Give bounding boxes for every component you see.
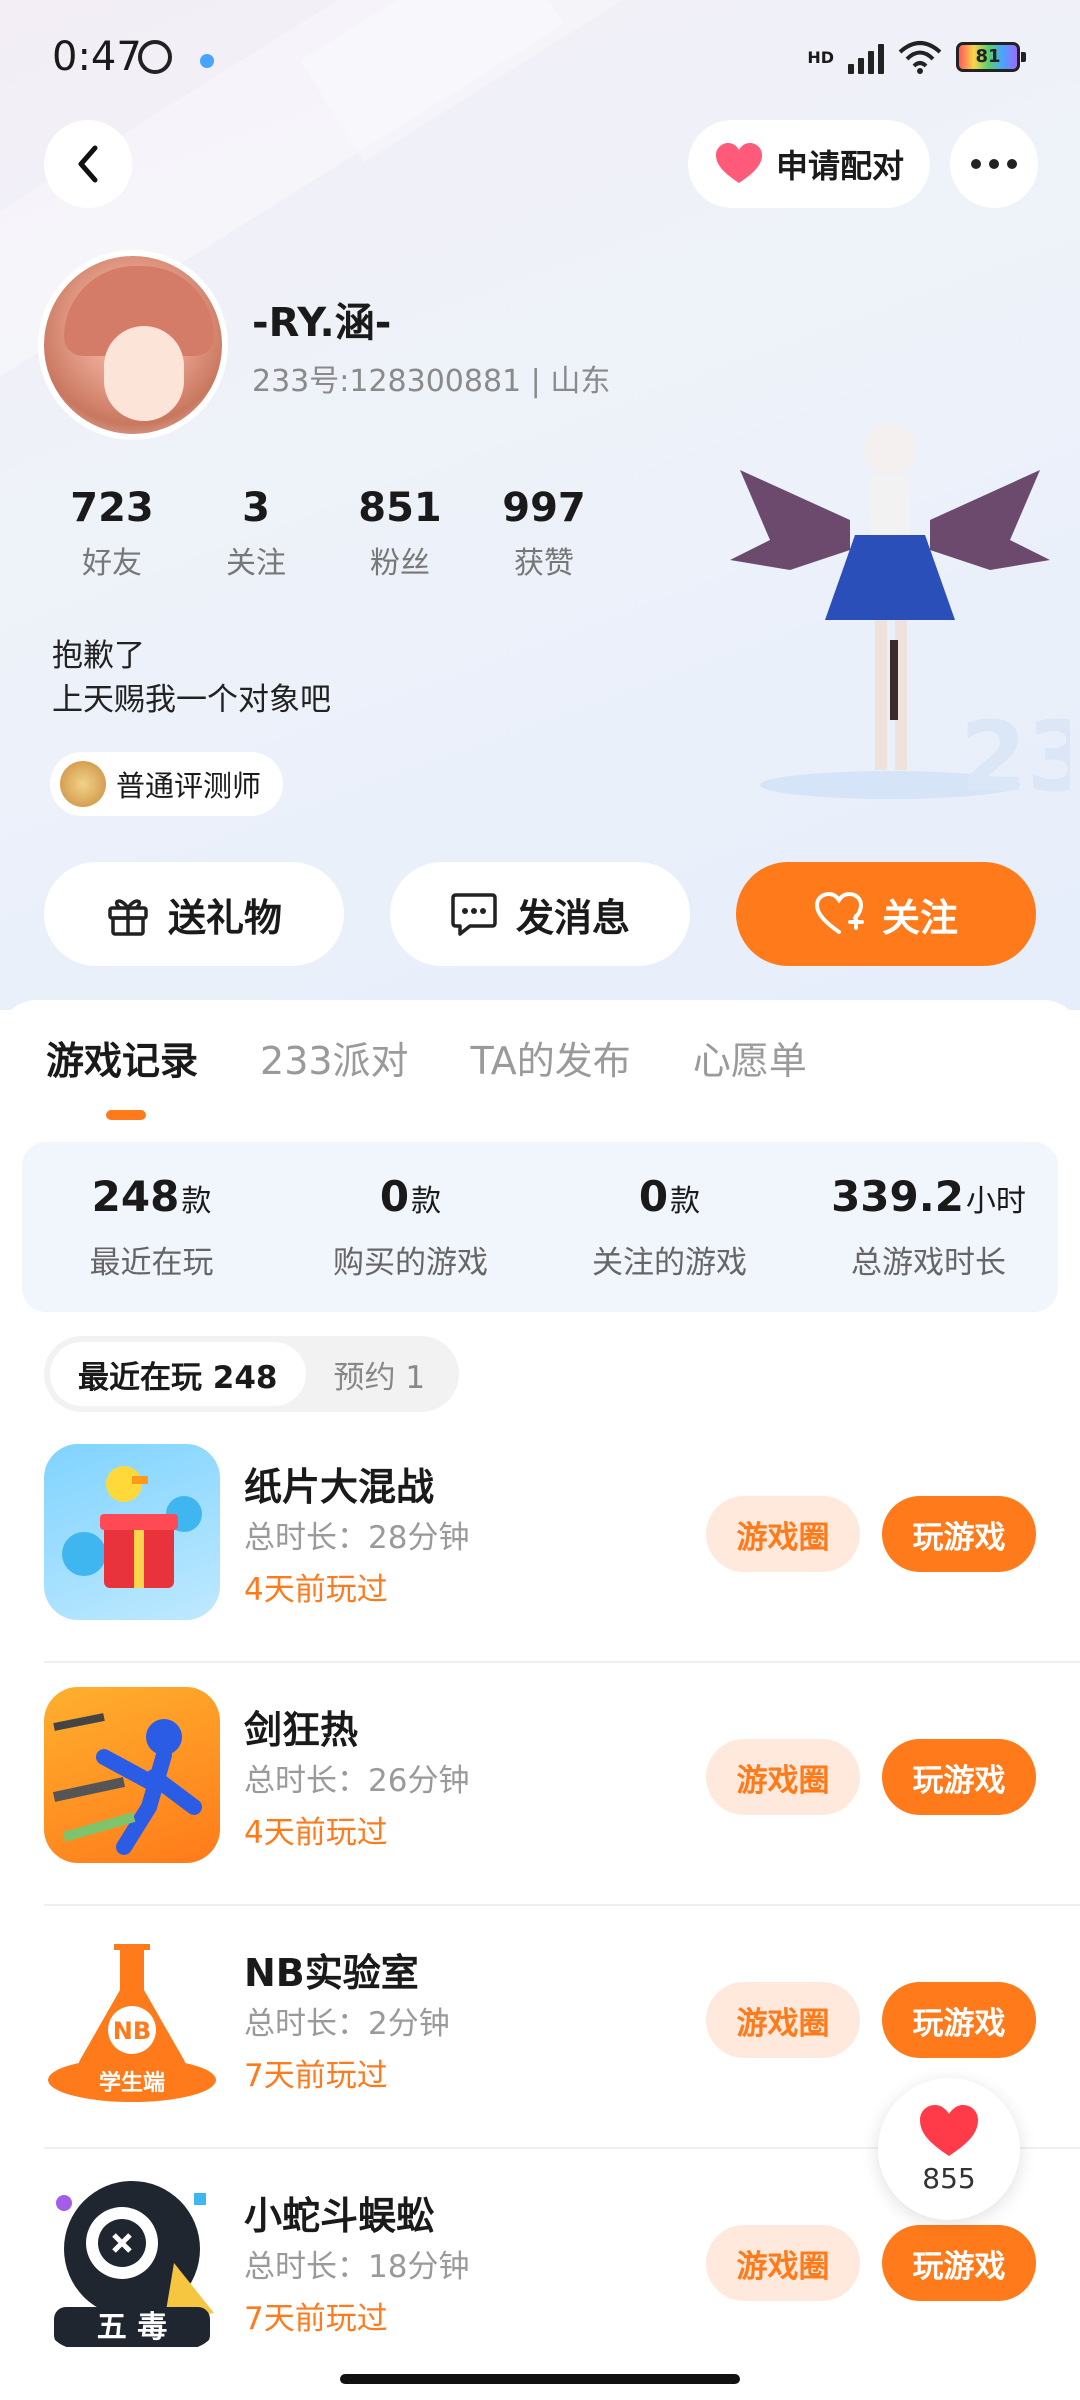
alarm-icon [138, 40, 172, 74]
play-game-button[interactable]: 玩游戏 [882, 1496, 1036, 1572]
summary-followed[interactable]: 0款 关注的游戏 [540, 1142, 799, 1312]
status-bar: 0:47 HD 81 [0, 0, 1080, 120]
svg-text:NB: NB [113, 2017, 151, 2045]
profile-tabs: 游戏记录 233派对 TA的发布 心愿单 [46, 1030, 807, 1085]
stat-fans[interactable]: 851 粉丝 [328, 482, 472, 582]
more-dot-icon [989, 159, 999, 169]
play-game-button[interactable]: 玩游戏 [882, 2225, 1036, 2301]
heart-icon [715, 143, 762, 183]
battery-icon: 81 [956, 42, 1026, 72]
game-name: 剑狂热 [244, 1708, 359, 1752]
stat-likes[interactable]: 997 获赞 [472, 482, 616, 582]
badge-icon [60, 761, 106, 807]
more-options-button[interactable] [950, 120, 1038, 208]
summary-recent-played[interactable]: 248款 最近在玩 [22, 1142, 281, 1312]
play-game-button[interactable]: 玩游戏 [882, 1982, 1036, 2058]
filter-reserved[interactable]: 预约 1 [306, 1342, 454, 1406]
like-floating-button[interactable]: 855 [878, 2078, 1020, 2220]
send-message-button[interactable]: 发消息 [390, 862, 690, 966]
reviewer-badge[interactable]: 普通评测师 [50, 752, 284, 816]
home-indicator[interactable] [340, 2374, 740, 2384]
game-last-played: 7天前玩过 [244, 2058, 388, 2094]
game-circle-button[interactable]: 游戏圈 [706, 1496, 860, 1572]
game-row[interactable]: 纸片大混战 总时长：28分钟 4天前玩过 游戏圈 玩游戏 [0, 1420, 1080, 1663]
game-row[interactable]: 剑狂热 总时长：26分钟 4天前玩过 游戏圈 玩游戏 [0, 1663, 1080, 1906]
game-last-played: 4天前玩过 [244, 1572, 388, 1608]
game-icon-paper-battle[interactable] [44, 1444, 220, 1620]
summary-purchased[interactable]: 0款 购买的游戏 [281, 1142, 540, 1312]
233-watermark-logo: 23 [960, 701, 1070, 813]
chevron-left-icon [78, 145, 98, 183]
chat-bubble-icon [451, 893, 497, 936]
game-summary-card: 248款 最近在玩 0款 购买的游戏 0款 关注的游戏 339.2小时 总游戏时长 [22, 1142, 1058, 1312]
user-bio: 抱歉了 上天赐我一个对象吧 [52, 638, 331, 718]
game-duration: 总时长：26分钟 [244, 1763, 470, 1799]
wifi-icon [898, 40, 942, 74]
tab-wishlist[interactable]: 心愿单 [693, 1030, 807, 1085]
user-name: -RY.涵- [252, 300, 392, 346]
game-duration: 总时长：2分钟 [244, 2006, 450, 2042]
more-dot-icon [1007, 159, 1017, 169]
game-name: 纸片大混战 [244, 1465, 435, 1509]
game-duration: 总时长：28分钟 [244, 1520, 470, 1556]
game-filter-toggle: 最近在玩 248 预约 1 [44, 1336, 460, 1412]
status-time: 0:47 [52, 34, 142, 80]
apply-pair-label: 申请配对 [775, 147, 904, 185]
active-tab-indicator [106, 1110, 146, 1120]
heart-icon [920, 2104, 978, 2156]
game-last-played: 4天前玩过 [244, 1815, 388, 1851]
play-game-button[interactable]: 玩游戏 [882, 1739, 1036, 1815]
user-id-location: 233号:128300881 | 山东 [252, 364, 611, 399]
avatar[interactable] [38, 250, 228, 440]
more-dot-icon [971, 159, 981, 169]
game-name: 小蛇斗蜈蚣 [244, 2194, 435, 2238]
game-last-played: 7天前玩过 [244, 2301, 388, 2337]
game-icon-snake-centipede[interactable]: 五 毒 [44, 2173, 220, 2349]
game-circle-button[interactable]: 游戏圈 [706, 1982, 860, 2058]
tab-233-party[interactable]: 233派对 [260, 1030, 409, 1085]
svg-text:23: 23 [960, 701, 1070, 813]
summary-total-time[interactable]: 339.2小时 总游戏时长 [799, 1142, 1058, 1312]
like-count: 855 [922, 2161, 976, 2195]
notification-dot-icon [200, 54, 214, 68]
filter-recent-played[interactable]: 最近在玩 248 [50, 1342, 306, 1406]
gift-icon [108, 899, 148, 936]
follow-button[interactable]: 关注 [736, 862, 1036, 966]
tab-game-records[interactable]: 游戏记录 [46, 1030, 198, 1085]
heart-plus-icon [814, 892, 864, 934]
game-name: NB实验室 [244, 1951, 419, 1995]
signal-icon [848, 40, 884, 74]
hd-label: HD [807, 47, 834, 67]
game-list: 纸片大混战 总时长：28分钟 4天前玩过 游戏圈 玩游戏 剑狂热 总时长：26分… [0, 1420, 1080, 2392]
profile-stats: 723 好友 3 关注 851 粉丝 997 获赞 [40, 482, 616, 582]
stat-friends[interactable]: 723 好友 [40, 482, 184, 582]
game-circle-button[interactable]: 游戏圈 [706, 2225, 860, 2301]
stat-following[interactable]: 3 关注 [184, 482, 328, 582]
back-button[interactable] [44, 120, 132, 208]
apply-pair-button[interactable]: 申请配对 [688, 120, 930, 208]
game-duration: 总时长：18分钟 [244, 2249, 470, 2285]
svg-text:五 毒: 五 毒 [97, 2310, 167, 2345]
game-icon-sword-frenzy[interactable] [44, 1687, 220, 1863]
tab-ta-posts[interactable]: TA的发布 [471, 1030, 631, 1085]
game-circle-button[interactable]: 游戏圈 [706, 1739, 860, 1815]
svg-text:学生端: 学生端 [99, 2070, 165, 2096]
game-icon-nb-lab[interactable]: NB 学生端 [44, 1930, 220, 2106]
send-gift-button[interactable]: 送礼物 [44, 862, 344, 966]
